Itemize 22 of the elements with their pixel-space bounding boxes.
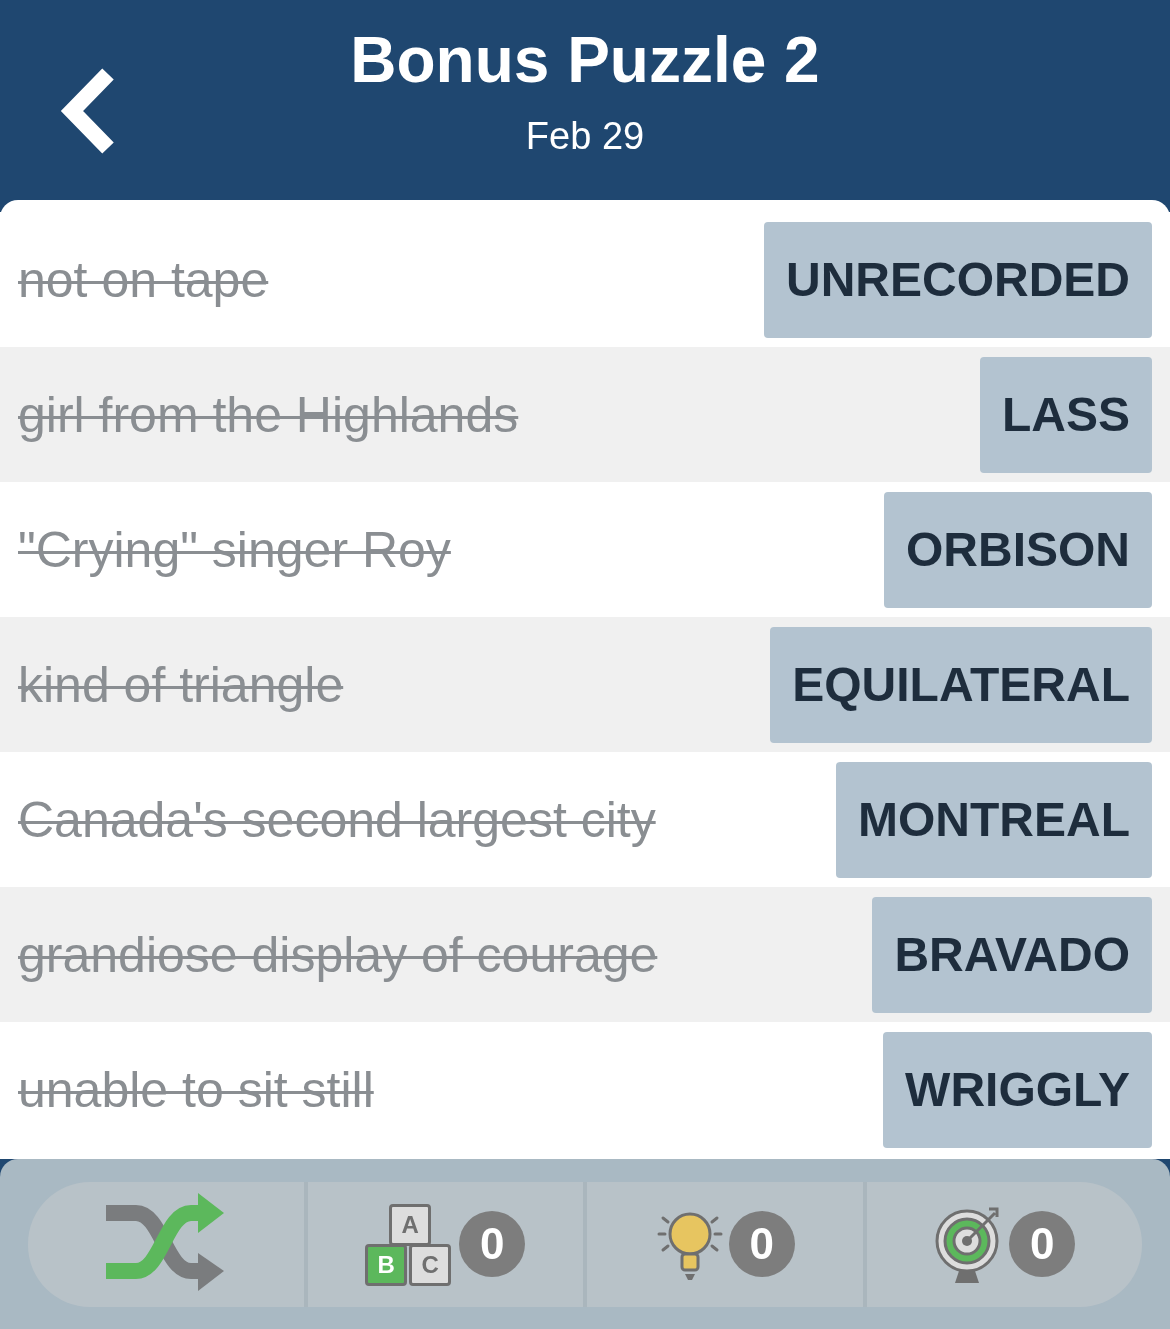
count-badge: 0 — [459, 1211, 526, 1277]
clue-text: not on tape — [18, 250, 269, 309]
clue-text: unable to sit still — [18, 1060, 374, 1119]
answer-tile: ORBISON — [884, 491, 1152, 608]
clue-text: Canada's second largest city — [18, 790, 656, 849]
count-badge: 0 — [728, 1211, 795, 1277]
count-badge: 0 — [1009, 1211, 1076, 1277]
answer-tile: LASS — [980, 356, 1152, 473]
clue-text: kind of triangle — [18, 655, 344, 714]
letter-block: B — [365, 1244, 408, 1286]
answer-tile: BRAVADO — [872, 896, 1152, 1013]
clue-text: girl from the Highlands — [18, 385, 519, 444]
answer-tile: WRIGGLY — [883, 1031, 1152, 1148]
puzzle-title: Bonus Puzzle 2 — [350, 22, 820, 97]
answer-tile: UNRECORDED — [764, 221, 1152, 338]
puzzle-date: Feb 29 — [525, 114, 645, 158]
clue-text: grandiose display of courage — [18, 925, 658, 984]
clue-text: "Crying" singer Roy — [18, 520, 451, 579]
answer-tile: EQUILATERAL — [770, 626, 1152, 743]
letter-block: A — [389, 1204, 432, 1246]
answer-tile: MONTREAL — [836, 761, 1152, 878]
letter-block: C — [409, 1244, 452, 1286]
